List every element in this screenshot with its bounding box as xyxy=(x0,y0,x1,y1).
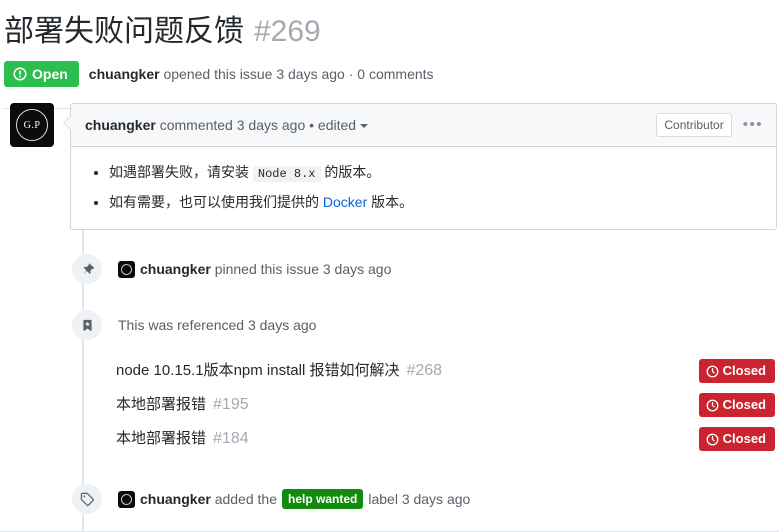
status-badge: Closed xyxy=(698,359,775,383)
kebab-menu-icon[interactable]: ••• xyxy=(743,117,763,132)
event-text-after: label 3 days ago xyxy=(368,491,471,507)
table-row: node 10.15.1版本npm install 报错如何解决 #268 Cl… xyxy=(116,354,779,388)
timeline-event-pinned: chuangker pinned this issue 3 days ago xyxy=(4,254,779,284)
bookmark-icon xyxy=(72,310,102,340)
referenced-issue-number: #195 xyxy=(213,396,249,413)
avatar[interactable] xyxy=(118,260,135,278)
avatar-initials: G.P xyxy=(16,109,48,141)
referenced-issue-link[interactable]: 本地部署报错 xyxy=(116,428,206,450)
pin-icon xyxy=(72,254,102,284)
timeline-event-text: This was referenced 3 days ago xyxy=(118,315,316,335)
issue-byline-text: opened this issue 3 days ago · 0 comment… xyxy=(163,66,434,82)
referenced-issue-number: #184 xyxy=(213,430,249,447)
chevron-down-icon xyxy=(360,124,369,129)
referenced-issue-number: #268 xyxy=(406,362,443,379)
status-badge: Closed xyxy=(698,393,775,417)
bullet-1-post: 的版本。 xyxy=(320,164,381,180)
timeline-event-referenced: This was referenced 3 days ago xyxy=(4,310,779,340)
status-badge-label: Closed xyxy=(722,363,766,378)
issue-byline: chuangker opened this issue 3 days ago ·… xyxy=(89,65,434,83)
timeline: G.P chuangker commented 3 days ago • edi… xyxy=(0,103,779,532)
issue-opened-icon xyxy=(13,67,27,81)
issue-closed-icon xyxy=(706,433,719,446)
comment-timestamp: commented 3 days ago • xyxy=(159,117,315,133)
issue-closed-icon xyxy=(706,399,719,412)
comment-edited-dropdown[interactable]: edited xyxy=(317,115,369,135)
avatar[interactable]: G.P xyxy=(10,103,54,147)
issue-meta: Open chuangker opened this issue 3 days … xyxy=(4,61,779,87)
issue-title-text: 部署失败问题反馈 xyxy=(4,15,244,48)
issue-header: 部署失败问题反馈 #269 Open chuangker opened this… xyxy=(0,0,779,87)
status-badge: Closed xyxy=(698,427,775,451)
event-text-before: added the xyxy=(214,491,277,507)
bullet-1-pre: 如遇部署失败，请安装 xyxy=(109,164,253,180)
table-row: 本地部署报错 #195 Closed xyxy=(116,388,779,422)
list-item: 如有需要，也可以使用我们提供的 Docker 版本。 xyxy=(109,190,762,214)
event-author-link[interactable]: chuangker xyxy=(140,259,211,279)
comment-card: chuangker commented 3 days ago • edited … xyxy=(63,103,777,230)
tag-icon xyxy=(72,484,102,514)
contributor-badge: Contributor xyxy=(656,113,732,137)
bullet-2-post: 版本。 xyxy=(367,194,414,210)
comment-edited-label: edited xyxy=(317,117,357,133)
issue-number: #269 xyxy=(254,15,321,48)
timeline-event-text: chuangker pinned this issue 3 days ago xyxy=(118,259,391,279)
inline-code: Node 8.x xyxy=(252,166,321,182)
status-badge-label: Closed xyxy=(722,431,766,446)
list-item: 如遇部署失败，请安装 Node 8.x 的版本。 xyxy=(109,160,762,186)
comment-bullet-list: 如遇部署失败，请安装 Node 8.x 的版本。 如有需要，也可以使用我们提供的… xyxy=(85,160,762,214)
issue-page: 部署失败问题反馈 #269 Open chuangker opened this… xyxy=(0,0,779,532)
referenced-issue-link[interactable]: 本地部署报错 xyxy=(116,394,206,416)
issue-closed-icon xyxy=(706,365,719,378)
event-author-link[interactable]: chuangker xyxy=(140,489,211,509)
table-row: 本地部署报错 #184 Closed xyxy=(116,422,779,456)
bullet-2-pre: 如有需要，也可以使用我们提供的 xyxy=(109,194,323,210)
status-badge[interactable]: Open xyxy=(4,61,79,87)
status-badge-label: Closed xyxy=(722,397,766,412)
referenced-issue-link[interactable]: node 10.15.1版本npm install 报错如何解决 xyxy=(116,360,399,382)
comment-header: chuangker commented 3 days ago • edited … xyxy=(71,104,776,147)
issue-author-link[interactable]: chuangker xyxy=(89,66,160,82)
comment-body: 如遇部署失败，请安装 Node 8.x 的版本。 如有需要，也可以使用我们提供的… xyxy=(71,147,776,229)
page-title: 部署失败问题反馈 #269 xyxy=(4,14,779,50)
timeline-event-labeled: chuangker added the help wanted label 3 … xyxy=(4,484,779,514)
avatar[interactable] xyxy=(118,490,135,508)
status-badge-label: Open xyxy=(32,66,68,82)
timeline-event-text: chuangker added the help wanted label 3 … xyxy=(118,489,470,509)
referenced-issues-list: node 10.15.1版本npm install 报错如何解决 #268 Cl… xyxy=(4,354,779,456)
comment-author-link[interactable]: chuangker xyxy=(85,115,156,135)
label-chip[interactable]: help wanted xyxy=(282,489,364,509)
comment-block: G.P chuangker commented 3 days ago • edi… xyxy=(4,103,779,230)
avatar-glyph xyxy=(121,263,132,275)
avatar-glyph xyxy=(121,493,132,505)
docker-link[interactable]: Docker xyxy=(323,194,367,210)
event-description: pinned this issue 3 days ago xyxy=(214,261,392,277)
event-description: This was referenced 3 days ago xyxy=(118,317,317,333)
